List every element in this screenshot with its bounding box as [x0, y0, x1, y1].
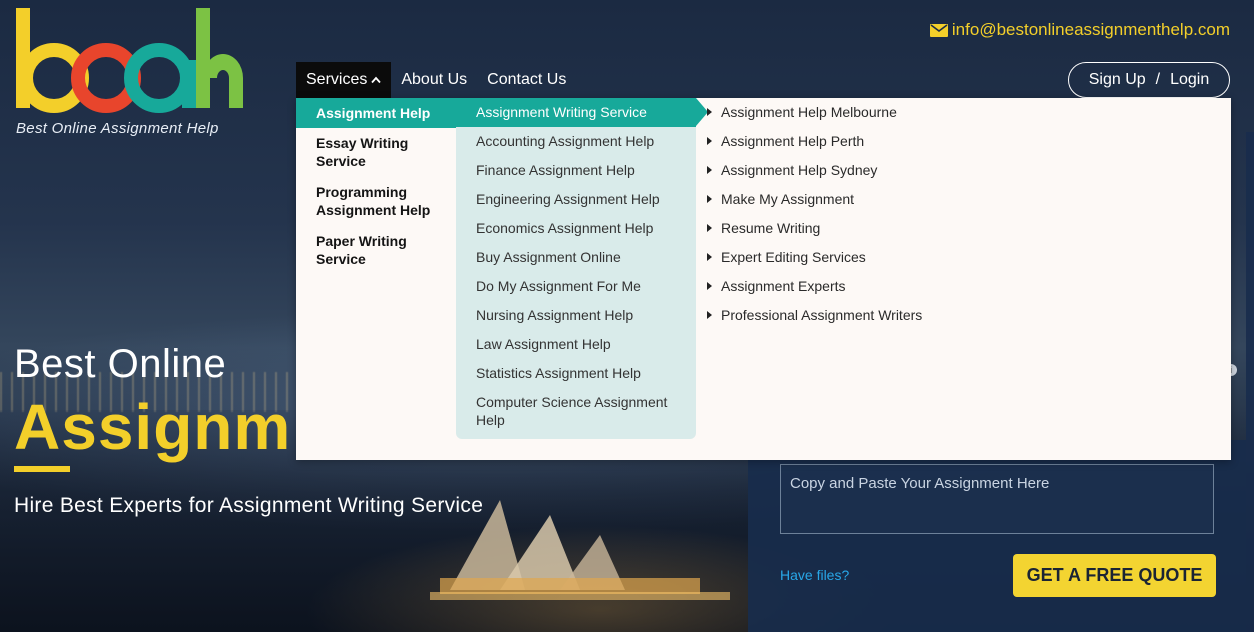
category-column: Assignment Help Essay Writing Service Pr…: [296, 98, 456, 275]
subject-column: Assignment Writing Service Accounting As…: [456, 98, 708, 439]
hero-title-line2: Assignm: [14, 391, 292, 463]
subject-assignment-writing-service[interactable]: Assignment Writing Service: [456, 98, 708, 127]
link-make-my-assignment[interactable]: Make My Assignment: [704, 189, 1204, 218]
subject-buy-assignment[interactable]: Buy Assignment Online: [456, 243, 696, 272]
link-resume-writing[interactable]: Resume Writing: [704, 218, 1204, 247]
contact-email[interactable]: info@bestonlineassignmenthelp.com: [929, 20, 1230, 40]
subject-do-my-assignment[interactable]: Do My Assignment For Me: [456, 272, 696, 301]
subject-economics[interactable]: Economics Assignment Help: [456, 214, 696, 243]
sign-up-link[interactable]: Sign Up: [1089, 71, 1146, 89]
nav-services-label: Services: [306, 71, 368, 88]
link-perth[interactable]: Assignment Help Perth: [704, 131, 1204, 160]
logo[interactable]: Best Online Assignment Help: [14, 8, 254, 138]
category-assignment-help[interactable]: Assignment Help: [296, 98, 456, 128]
auth-separator: /: [1155, 71, 1161, 88]
subject-law[interactable]: Law Assignment Help: [456, 330, 696, 359]
main-nav: Services About Us Contact Us: [296, 62, 576, 98]
link-professional-writers[interactable]: Professional Assignment Writers: [704, 305, 1204, 334]
have-files-link[interactable]: Have files?: [780, 567, 849, 583]
nav-about-label: About Us: [401, 71, 468, 88]
quote-form: Have files? GET A FREE QUOTE: [748, 440, 1246, 632]
form-side-panel: [1246, 132, 1254, 632]
category-programming[interactable]: Programming Assignment Help: [296, 177, 456, 226]
subject-engineering[interactable]: Engineering Assignment Help: [456, 185, 696, 214]
envelope-icon: [929, 23, 948, 37]
subject-nursing[interactable]: Nursing Assignment Help: [456, 301, 696, 330]
link-assignment-experts[interactable]: Assignment Experts: [704, 276, 1204, 305]
category-paper-writing[interactable]: Paper Writing Service: [296, 226, 456, 275]
nav-contact-us[interactable]: Contact Us: [477, 62, 576, 98]
subject-computer-science[interactable]: Computer Science Assignment Help: [456, 388, 696, 435]
hero-subtitle: Hire Best Experts for Assignment Writing…: [14, 494, 484, 517]
email-text: info@bestonlineassignmenthelp.com: [951, 20, 1230, 39]
link-melbourne[interactable]: Assignment Help Melbourne: [704, 102, 1204, 131]
category-essay-writing[interactable]: Essay Writing Service: [296, 128, 456, 177]
subject-accounting[interactable]: Accounting Assignment Help: [456, 127, 696, 156]
hero-underline: [14, 466, 70, 472]
hero-title-line1: Best Online: [14, 342, 227, 386]
auth-pill: Sign Up / Login: [1068, 62, 1230, 98]
logo-tagline: Best Online Assignment Help: [16, 120, 219, 137]
boah-logo-mark: [16, 8, 243, 113]
nav-contact-label: Contact Us: [487, 71, 567, 88]
link-column: Assignment Help Melbourne Assignment Hel…: [704, 102, 1204, 334]
link-sydney[interactable]: Assignment Help Sydney: [704, 160, 1204, 189]
services-dropdown: Assignment Help Essay Writing Service Pr…: [296, 98, 1231, 460]
nav-about-us[interactable]: About Us: [391, 62, 477, 98]
nav-services[interactable]: Services: [296, 62, 392, 98]
subject-statistics[interactable]: Statistics Assignment Help: [456, 359, 696, 388]
chevron-up-icon: [371, 76, 382, 84]
subject-finance[interactable]: Finance Assignment Help: [456, 156, 696, 185]
login-link[interactable]: Login: [1170, 71, 1209, 89]
get-free-quote-button[interactable]: GET A FREE QUOTE: [1013, 554, 1216, 597]
assignment-textarea[interactable]: [780, 464, 1214, 534]
opera-house-silhouette: [430, 500, 730, 600]
link-expert-editing[interactable]: Expert Editing Services: [704, 247, 1204, 276]
